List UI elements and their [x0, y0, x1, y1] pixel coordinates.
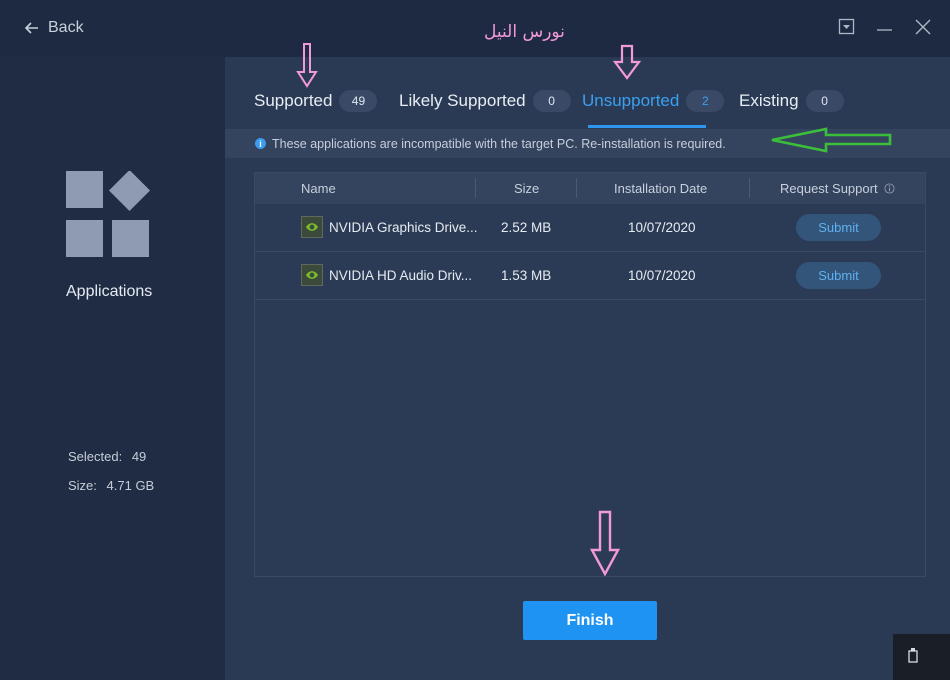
help-icon[interactable]	[884, 183, 895, 194]
selected-stat: Selected: 49	[68, 449, 146, 464]
system-tray	[893, 634, 950, 680]
sidebar	[0, 57, 225, 680]
tab-label: Supported	[254, 91, 333, 110]
minimize-icon[interactable]	[876, 18, 894, 36]
column-divider	[749, 178, 750, 198]
usb-device-icon[interactable]	[906, 647, 920, 663]
annotation-arrow-down-icon	[613, 44, 641, 80]
nvidia-icon	[301, 216, 323, 238]
count-badge: 2	[686, 90, 725, 112]
selected-value: 49	[131, 449, 147, 464]
table-header: Name Size Installation Date Request Supp…	[255, 173, 925, 204]
row-size: 2.52 MB	[501, 220, 552, 235]
info-text: These applications are incompatible with…	[272, 136, 726, 151]
tab-unsupported[interactable]: Unsupported 2	[582, 90, 725, 112]
size-stat: Size: 4.71 GB	[68, 478, 154, 493]
dropdown-menu-icon[interactable]	[838, 18, 856, 36]
applications-icon	[66, 171, 151, 257]
nvidia-icon	[301, 264, 323, 286]
tab-existing[interactable]: Existing 0	[739, 90, 844, 112]
size-value: 4.71 GB	[106, 478, 155, 493]
arrow-left-icon	[24, 22, 38, 34]
submit-button[interactable]: Submit	[796, 214, 881, 241]
count-badge: 49	[339, 90, 378, 112]
size-label: Size:	[68, 478, 97, 493]
tab-label: Unsupported	[582, 91, 680, 110]
active-tab-indicator	[588, 125, 706, 128]
annotation-arrow-down-icon	[590, 510, 620, 576]
row-date: 10/07/2020	[628, 268, 696, 283]
header-request-support-label: Request Support	[780, 181, 878, 196]
column-divider	[475, 178, 476, 198]
count-badge: 0	[805, 90, 844, 112]
column-divider	[576, 178, 577, 198]
row-name: NVIDIA Graphics Drive...	[329, 220, 478, 235]
tab-supported[interactable]: Supported 49	[254, 90, 378, 112]
selected-label: Selected:	[68, 449, 123, 464]
count-badge: 0	[532, 90, 571, 112]
row-size: 1.53 MB	[501, 268, 552, 283]
tab-label: Existing	[739, 91, 799, 110]
header-size[interactable]: Size	[514, 181, 539, 196]
finish-button[interactable]: Finish	[523, 601, 657, 640]
annotation-arrow-down-icon	[296, 43, 318, 88]
row-date: 10/07/2020	[628, 220, 696, 235]
title-bar: Back نورس النيل	[0, 0, 950, 57]
header-installation-date[interactable]: Installation Date	[614, 181, 707, 196]
row-name: NVIDIA HD Audio Driv...	[329, 268, 473, 283]
annotation-arrow-left-icon	[771, 127, 892, 153]
table-row: NVIDIA HD Audio Driv... 1.53 MB 10/07/20…	[255, 252, 925, 300]
back-label: Back	[48, 19, 84, 36]
info-icon: i	[255, 138, 266, 149]
close-icon[interactable]	[914, 18, 932, 36]
submit-button[interactable]: Submit	[796, 262, 881, 289]
tab-likely-supported[interactable]: Likely Supported 0	[399, 90, 571, 112]
watermark-text: نورس النيل	[484, 22, 565, 42]
tab-bar: Supported 49 Likely Supported 0 Unsuppor…	[225, 57, 950, 129]
header-request-support: Request Support	[780, 181, 895, 196]
applications-label: Applications	[66, 283, 153, 300]
header-name[interactable]: Name	[301, 181, 336, 196]
table-row: NVIDIA Graphics Drive... 2.52 MB 10/07/2…	[255, 204, 925, 252]
back-button[interactable]: Back	[24, 17, 84, 39]
tab-label: Likely Supported	[399, 91, 526, 110]
